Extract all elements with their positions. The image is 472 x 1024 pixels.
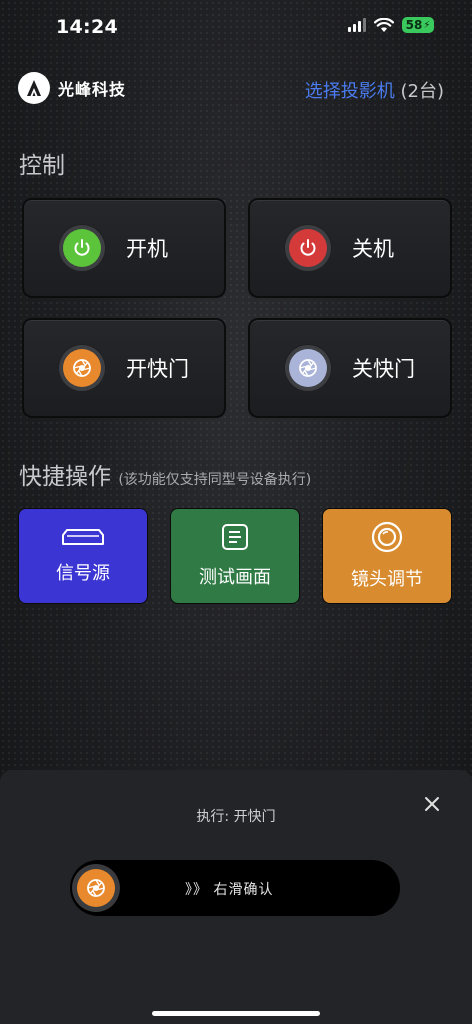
slider-thumb[interactable] (72, 864, 120, 912)
select-projector[interactable]: 选择投影机 (2台) (305, 77, 444, 103)
shutter-icon (63, 349, 101, 387)
test-pattern-icon (222, 524, 248, 550)
lens-adjust-button[interactable]: 镜头调节 (322, 508, 452, 604)
wifi-icon (374, 17, 394, 32)
select-projector-link[interactable]: 选择投影机 (305, 81, 395, 102)
status-icons: 58 ⚡ (348, 17, 434, 33)
slide-to-confirm[interactable]: 》》 右滑确认 (70, 860, 400, 916)
brand-name: 光峰科技 (58, 80, 127, 99)
power-off-button[interactable]: 关机 (248, 198, 452, 298)
sheet-title: 执行: 开快门 (196, 809, 276, 825)
close-icon[interactable] (420, 792, 444, 816)
close-shutter-knob (284, 344, 332, 392)
projector-count: (2台) (400, 81, 445, 102)
quick-note: (该功能仅支持同型号设备执行) (118, 472, 312, 488)
open-shutter-knob (58, 344, 106, 392)
charging-bolt-icon: ⚡ (423, 19, 431, 31)
power-on-button[interactable]: 开机 (22, 198, 226, 298)
power-off-knob (284, 224, 332, 272)
shutter-icon (289, 349, 327, 387)
power-on-knob (58, 224, 106, 272)
test-pattern-button[interactable]: 测试画面 (170, 508, 300, 604)
signal-source-label: 信号源 (56, 563, 110, 584)
power-on-label: 开机 (126, 237, 168, 261)
signal-source-icon (62, 529, 104, 545)
shutter-icon (77, 869, 115, 907)
status-time: 14:24 (56, 16, 118, 38)
slider-hint: 》》 右滑确认 (185, 882, 274, 898)
logo-mark-icon (18, 72, 50, 104)
power-off-label: 关机 (352, 237, 394, 261)
test-pattern-label: 测试画面 (199, 567, 271, 588)
control-section-title: 控制 (19, 153, 65, 179)
open-shutter-button[interactable]: 开快门 (22, 318, 226, 418)
confirm-sheet: 执行: 开快门 》》 右滑确认 (0, 770, 472, 1024)
cellular-signal-icon (348, 18, 366, 32)
brand-logo: 光峰科技 (18, 72, 126, 104)
lens-adjust-label: 镜头调节 (351, 569, 423, 590)
battery-level: 58 (405, 18, 423, 32)
battery-indicator: 58 ⚡ (402, 17, 434, 33)
power-icon (63, 229, 101, 267)
quick-title: 快捷操作 (19, 464, 111, 490)
open-shutter-label: 开快门 (126, 357, 189, 381)
close-shutter-button[interactable]: 关快门 (248, 318, 452, 418)
power-icon (289, 229, 327, 267)
home-indicator (152, 1011, 320, 1016)
quick-section-title: 快捷操作 (该功能仅支持同型号设备执行) (19, 457, 311, 491)
lens-icon (371, 521, 403, 553)
signal-source-button[interactable]: 信号源 (18, 508, 148, 604)
close-shutter-label: 关快门 (352, 357, 415, 381)
